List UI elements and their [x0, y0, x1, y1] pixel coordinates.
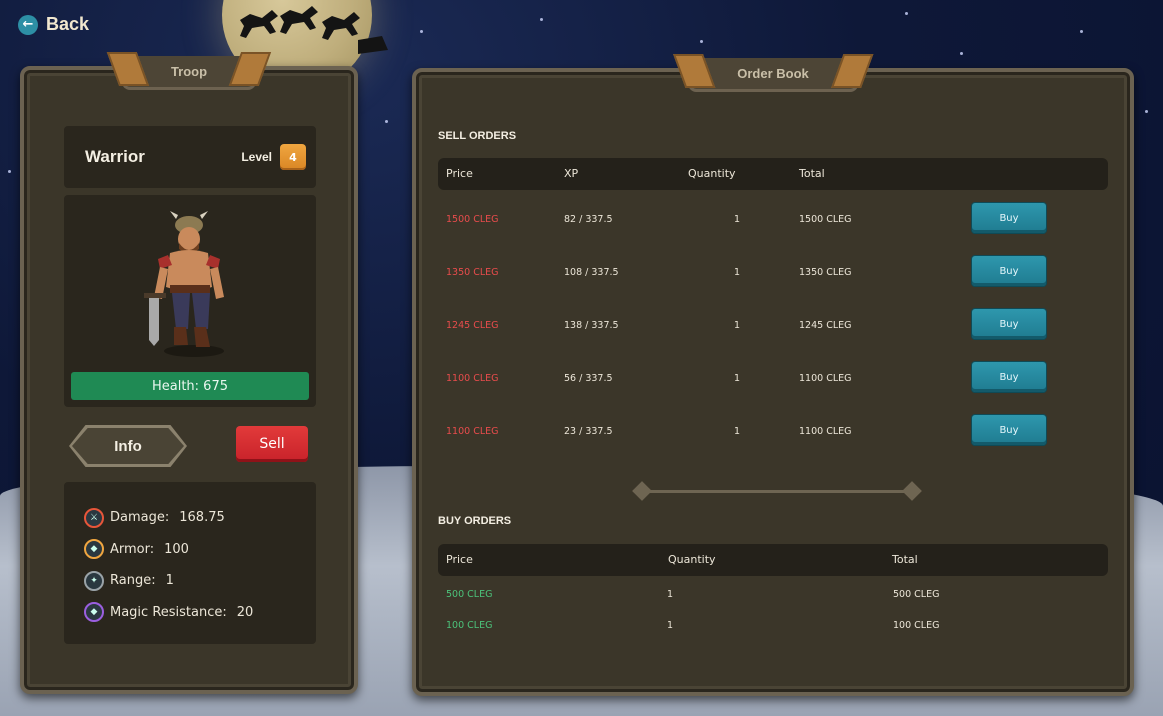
- order-quantity: 1: [734, 426, 741, 437]
- sell-orders-title: SELL ORDERS: [438, 130, 517, 142]
- level-indicator: Level 4: [241, 144, 306, 170]
- order-price: 1100 CLEG: [446, 426, 499, 437]
- info-tab[interactable]: Info: [72, 428, 184, 464]
- order-book-title: Order Book: [688, 58, 858, 92]
- order-total: 100 CLEG: [893, 620, 940, 631]
- buy-button[interactable]: Buy: [972, 362, 1046, 392]
- stat-range: ✦ Range: 1: [84, 565, 316, 597]
- col-xp: XP: [564, 167, 579, 180]
- sell-order-row: 1100 CLEG 23 / 337.5 1 1100 CLEG Buy: [438, 409, 1108, 462]
- stat-label: Armor:: [110, 541, 155, 557]
- stat-damage: ⚔ Damage: 168.75: [84, 502, 316, 534]
- order-price: 100 CLEG: [446, 620, 493, 631]
- sell-order-row: 1500 CLEG 82 / 337.5 1 1500 CLEG Buy: [438, 197, 1108, 250]
- col-price: Price: [446, 553, 473, 566]
- order-quantity: 1: [734, 373, 741, 384]
- order-total: 500 CLEG: [893, 589, 940, 600]
- star: [1080, 30, 1083, 33]
- order-total: 1100 CLEG: [799, 426, 852, 437]
- sell-order-row: 1350 CLEG 108 / 337.5 1 1350 CLEG Buy: [438, 250, 1108, 303]
- health-bar: Health: 675: [71, 372, 309, 400]
- buy-button[interactable]: Buy: [972, 256, 1046, 286]
- star: [700, 40, 703, 43]
- buy-order-row: 500 CLEG 1 500 CLEG: [438, 580, 1108, 611]
- order-total: 1100 CLEG: [799, 373, 852, 384]
- order-xp: 56 / 337.5: [564, 373, 613, 384]
- troop-portrait: Health: 675: [64, 195, 316, 407]
- stat-label: Range:: [110, 573, 156, 589]
- order-total: 1245 CLEG: [799, 320, 852, 331]
- order-price: 1100 CLEG: [446, 373, 499, 384]
- star: [960, 52, 963, 55]
- order-quantity: 1: [667, 589, 674, 600]
- star: [420, 30, 423, 33]
- troop-panel-title: Troop: [121, 56, 257, 90]
- order-quantity: 1: [734, 320, 741, 331]
- buy-order-row: 100 CLEG 1 100 CLEG: [438, 611, 1108, 642]
- order-xp: 108 / 337.5: [564, 267, 619, 278]
- buy-button[interactable]: Buy: [972, 309, 1046, 339]
- order-book-panel: Order Book SELL ORDERS Price XP Quantity…: [412, 58, 1134, 696]
- buy-button[interactable]: Buy: [972, 415, 1046, 445]
- warrior-character-image: [144, 211, 224, 357]
- sell-order-row: 1245 CLEG 138 / 337.5 1 1245 CLEG Buy: [438, 303, 1108, 356]
- divider-diamond: [902, 481, 922, 501]
- back-button[interactable]: ← Back: [18, 14, 89, 35]
- stat-value: 20: [236, 604, 254, 620]
- col-quantity: Quantity: [668, 553, 716, 566]
- buy-orders-title: BUY ORDERS: [438, 515, 512, 527]
- stat-value: 100: [164, 541, 189, 557]
- section-divider: [632, 481, 922, 501]
- buy-button[interactable]: Buy: [972, 203, 1046, 233]
- shield-icon: ◆: [84, 539, 104, 560]
- back-arrow-icon: ←: [18, 14, 38, 35]
- stat-label: Damage:: [110, 510, 170, 526]
- target-icon: ✦: [84, 570, 104, 591]
- stat-label: Magic Resistance:: [110, 604, 227, 620]
- col-quantity: Quantity: [688, 167, 736, 180]
- stat-value: 1: [165, 573, 174, 589]
- troop-name: Warrior: [85, 147, 145, 166]
- star: [905, 12, 908, 15]
- order-price: 1245 CLEG: [446, 320, 499, 331]
- troop-stats: ⚔ Damage: 168.75 ◆ Armor: 100 ✦ Range: 1…: [64, 482, 316, 644]
- star: [1145, 110, 1148, 113]
- order-quantity: 1: [734, 267, 741, 278]
- sell-button[interactable]: Sell: [236, 426, 308, 462]
- troop-name-box: Warrior Level 4: [64, 126, 316, 188]
- sell-orders-header: Price XP Quantity Total: [438, 158, 1108, 190]
- order-xp: 82 / 337.5: [564, 214, 613, 225]
- star: [8, 170, 11, 173]
- order-xp: 23 / 337.5: [564, 426, 613, 437]
- sell-order-row: 1100 CLEG 56 / 337.5 1 1100 CLEG Buy: [438, 356, 1108, 409]
- order-total: 1350 CLEG: [799, 267, 852, 278]
- stat-magic-resistance: ◆ Magic Resistance: 20: [84, 597, 316, 629]
- order-xp: 138 / 337.5: [564, 320, 619, 331]
- sword-icon: ⚔: [84, 507, 104, 528]
- troop-panel: Troop Warrior Level 4 Health: 675 Info S…: [20, 56, 358, 694]
- star: [385, 120, 388, 123]
- col-total: Total: [799, 167, 825, 180]
- order-price: 500 CLEG: [446, 589, 493, 600]
- divider-diamond: [632, 481, 652, 501]
- order-quantity: 1: [734, 214, 741, 225]
- level-badge: 4: [280, 144, 306, 170]
- col-total: Total: [892, 553, 918, 566]
- col-price: Price: [446, 167, 473, 180]
- order-total: 1500 CLEG: [799, 214, 852, 225]
- star: [540, 18, 543, 21]
- stat-armor: ◆ Armor: 100: [84, 534, 316, 566]
- reindeer-silhouette: [240, 6, 388, 54]
- divider-line: [646, 490, 908, 493]
- back-label: Back: [46, 14, 90, 34]
- order-quantity: 1: [667, 620, 674, 631]
- buy-orders-header: Price Quantity Total: [438, 544, 1108, 576]
- order-price: 1500 CLEG: [446, 214, 499, 225]
- order-price: 1350 CLEG: [446, 267, 499, 278]
- level-label: Level: [241, 150, 272, 164]
- stat-value: 168.75: [179, 510, 225, 526]
- magic-shield-icon: ◆: [84, 602, 104, 623]
